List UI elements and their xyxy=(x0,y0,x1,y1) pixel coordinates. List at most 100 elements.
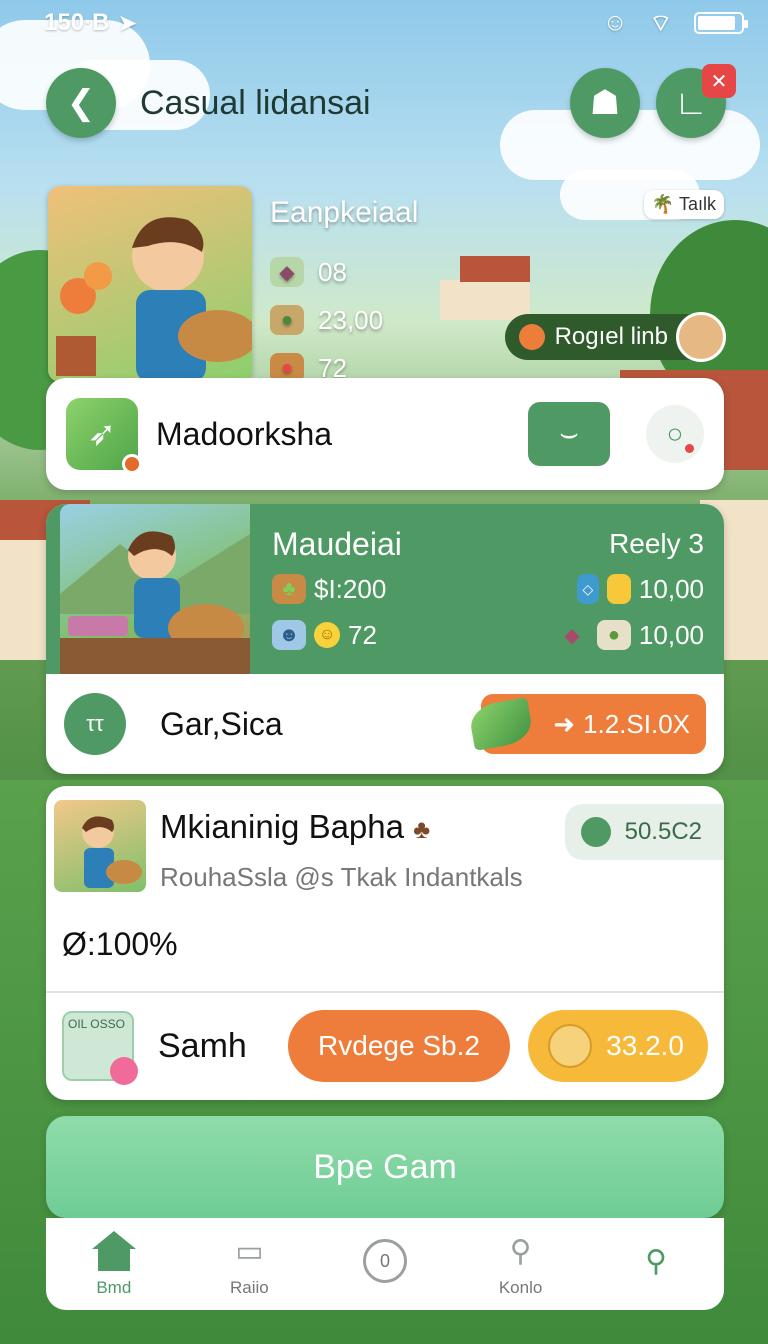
play-game-button[interactable]: Bpe Gam xyxy=(46,1116,724,1218)
search-icon: ⚲ xyxy=(645,1244,668,1278)
tab-center[interactable]: 0 xyxy=(330,1239,440,1288)
bottom-tab-bar: Bmd ▭ Raiio 0 ⚲ Konlo ⚲ xyxy=(46,1218,724,1310)
calendar-icon[interactable]: OIL OSSO xyxy=(62,1011,138,1085)
jar-icon xyxy=(606,574,631,604)
tab-search[interactable]: ⚲ xyxy=(601,1240,711,1288)
arrow-right-icon: ➜ xyxy=(553,708,576,739)
value-chip[interactable]: 50.5C2 xyxy=(564,804,724,860)
plant-pot-icon: ♣ xyxy=(272,574,306,604)
radio-icon: ▭ xyxy=(235,1234,264,1268)
ticket-icon: ◇ xyxy=(576,574,599,604)
status-app-icon: ☺ xyxy=(602,9,628,36)
search-button[interactable]: ○ xyxy=(646,405,704,463)
header: ❮ Casual lidansai ☗ ∟ ✕ xyxy=(46,64,736,138)
flower-icon xyxy=(110,1057,138,1085)
vegetable-basket-icon: ● xyxy=(270,305,304,335)
card-footer-title: Samh xyxy=(158,1026,247,1065)
bag-button[interactable]: ☗ xyxy=(570,68,640,138)
home-icon xyxy=(91,1230,137,1272)
boy-with-basket-illustration xyxy=(56,217,252,382)
carrot-icon: ➶ xyxy=(87,415,117,453)
calendar-text: OIL OSSO xyxy=(68,1017,125,1031)
card-title: Madoorksha xyxy=(156,415,333,452)
seat-button[interactable]: ∟ ✕ xyxy=(656,64,736,138)
notification-dot xyxy=(122,454,142,474)
orange-pill-button[interactable]: Rvdege Sb.2 xyxy=(288,1010,510,1082)
royal-link-label: Rogıel linb xyxy=(554,323,668,350)
value-1: 10,00 xyxy=(638,573,704,604)
progress-percent: Ø:100% xyxy=(62,926,178,962)
talk-tag-label: Taılk xyxy=(678,194,716,214)
smiley-icon: ☺ xyxy=(314,622,340,648)
card-subtitle: RouhaSsla @s Tkak Indantkals xyxy=(160,862,523,892)
tab-label: Raiio xyxy=(230,1278,269,1297)
hero-stats: Eanpkeiaal ◆ 08 ● 23,00 ● 72 xyxy=(270,196,418,392)
yellow-pill-button[interactable]: 33.2.0 xyxy=(528,1010,708,1082)
reely-label: Reely 3 xyxy=(609,528,704,559)
back-button[interactable]: ❮ xyxy=(46,68,116,138)
boy-cooking-illustration xyxy=(60,531,250,674)
tab-radio[interactable]: ▭ Raiio xyxy=(194,1230,304,1298)
hero-stat-row: ● 23,00 xyxy=(270,296,418,344)
card-info: Maudeiai Reely 3 ♣ $I:200 ◇ 10,00 ☻ ☺ 72… xyxy=(272,522,704,658)
card-header: Maudeiai Reely 3 ♣ $I:200 ◇ 10,00 ☻ ☺ 72… xyxy=(46,504,724,674)
boy-with-basket-thumbnail xyxy=(54,800,146,892)
coin-icon xyxy=(580,817,611,847)
search-icon: ⚲ xyxy=(509,1234,532,1268)
potted-plant-icon: ♣ xyxy=(413,814,431,844)
card-title: Mkianinig Bapha ♣ xyxy=(160,808,430,846)
carrot-app-icon[interactable]: ➶ xyxy=(66,398,142,474)
divider xyxy=(46,991,724,993)
boy-thumbnail-illustration xyxy=(82,816,142,888)
document-icon[interactable]: ττ xyxy=(64,693,126,755)
salad-bowl-icon: ● xyxy=(596,620,631,650)
acorn-icon xyxy=(518,324,545,350)
hero-character-image xyxy=(48,186,252,382)
house xyxy=(440,280,530,320)
battery-icon xyxy=(694,12,748,34)
count-value: 72 xyxy=(348,619,377,650)
house-roof xyxy=(460,256,530,282)
avatar[interactable] xyxy=(676,312,726,362)
hero-stat-row: ◆ 08 xyxy=(270,248,418,296)
bag-icon: ☗ xyxy=(589,84,621,122)
character-face-icon: ☻ xyxy=(272,620,306,650)
card-footer: OIL OSSO Samh Rvdege Sb.2 33.2.0 xyxy=(62,1008,708,1085)
yellow-pill-label: 33.2.0 xyxy=(606,1030,684,1061)
leaf-action-label: 1.2.SI.0X xyxy=(583,708,690,739)
card-footer-title: Gar,Sica xyxy=(160,705,283,742)
hero-heading: Eanpkeiaal xyxy=(270,196,419,229)
bowl-icon: ⌣ xyxy=(559,417,579,450)
page-title: Casual lidansai xyxy=(140,83,371,122)
hero-stat-value: 08 xyxy=(318,256,347,287)
leaf-action-button[interactable]: ➜ 1.2.SI.0X xyxy=(467,694,706,754)
chip-value: 50.5C2 xyxy=(624,818,702,845)
card-title: Maudeiai xyxy=(272,525,402,562)
tab-home[interactable]: Bmd xyxy=(59,1230,169,1298)
navigation-arrow-icon: ➤ xyxy=(117,9,138,37)
fish-icon: ◆ xyxy=(564,624,580,647)
status-time: 150·B xyxy=(44,9,110,36)
search-icon: ○ xyxy=(666,418,684,449)
tab-label: Konlo xyxy=(498,1278,543,1297)
price-value: $I:200 xyxy=(314,573,387,604)
tab-label: Bmd xyxy=(96,1278,132,1297)
status-bar: 150·B ➤ ☺ ⌔ xyxy=(44,8,748,38)
bowl-button[interactable]: ⌣ xyxy=(528,402,610,466)
tab-konlo[interactable]: ⚲ Konlo xyxy=(466,1230,576,1298)
zero-ring-icon: 0 xyxy=(362,1239,408,1283)
boy-cooking-image xyxy=(60,504,250,674)
hero-stat-value: 23,00 xyxy=(318,304,384,335)
wifi-icon: ⌔ xyxy=(649,10,672,37)
talk-tag[interactable]: 🌴 Taılk xyxy=(643,190,724,219)
card-footer: ττ Gar,Sica ➜ 1.2.SI.0X xyxy=(46,674,724,774)
royal-link-pill[interactable]: Rogıel linb xyxy=(504,312,726,362)
honey-pot-icon xyxy=(548,1024,592,1068)
value-2: 10,00 xyxy=(638,619,704,650)
close-icon[interactable]: ✕ xyxy=(702,64,736,98)
card-title-text: Mkianinig Bapha xyxy=(160,808,404,845)
maudeiai-card: Maudeiai Reely 3 ♣ $I:200 ◇ 10,00 ☻ ☺ 72… xyxy=(46,504,724,774)
palm-tree-icon: 🌴 xyxy=(651,194,675,214)
chevron-left-icon: ❮ xyxy=(66,84,96,122)
fish-icon: ◆ xyxy=(270,257,304,287)
